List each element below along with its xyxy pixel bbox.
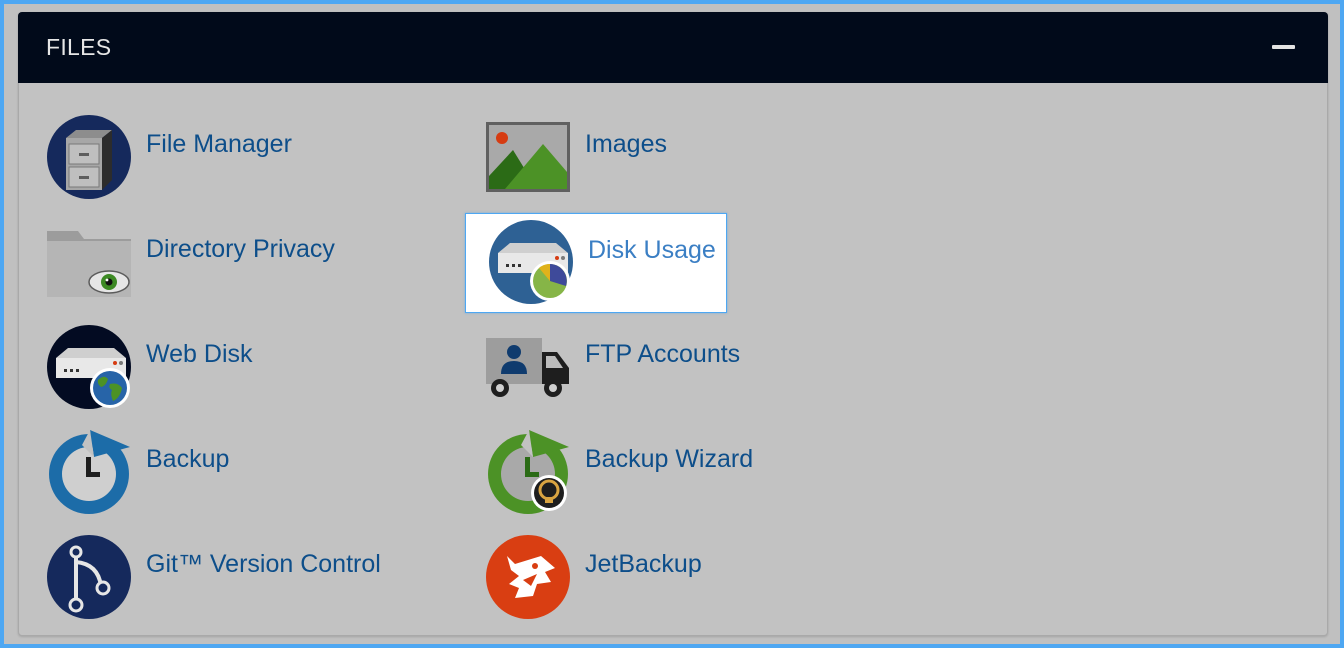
panel-title: FILES — [46, 34, 112, 60]
file-cabinet-icon — [47, 115, 131, 199]
disk-usage-link[interactable]: Disk Usage — [465, 213, 727, 313]
panel-header[interactable]: FILES — [18, 12, 1328, 83]
file-manager-link[interactable]: File Manager — [46, 114, 346, 214]
collapse-button[interactable] — [1272, 40, 1296, 54]
ftp-accounts-link[interactable]: FTP Accounts — [485, 324, 785, 424]
web-disk-link[interactable]: Web Disk — [46, 324, 306, 424]
page-frame: FILES File Manager Images Directory Priv… — [4, 4, 1340, 644]
truck-user-icon — [486, 338, 569, 397]
backup-clock-icon — [49, 430, 130, 514]
item-label: Directory Privacy — [146, 235, 335, 263]
folder-eye-icon — [47, 231, 131, 297]
jetbackup-logo-icon — [486, 535, 570, 619]
landscape-image-icon — [486, 122, 570, 192]
disk-globe-icon — [47, 325, 131, 409]
backup-wizard-icon — [488, 430, 569, 514]
disk-pie-chart-icon — [489, 220, 573, 304]
item-label: JetBackup — [585, 550, 702, 578]
item-label: Disk Usage — [588, 236, 716, 264]
backup-wizard-link[interactable]: Backup Wizard — [485, 429, 785, 529]
backup-link[interactable]: Backup — [46, 429, 286, 529]
item-label: FTP Accounts — [585, 340, 741, 368]
jetbackup-link[interactable]: JetBackup — [485, 534, 745, 634]
item-label: File Manager — [146, 130, 292, 158]
git-version-control-link[interactable]: Git™ Version Control — [46, 534, 446, 634]
item-label: Web Disk — [146, 340, 253, 368]
images-link[interactable]: Images — [485, 114, 705, 214]
item-label: Git™ Version Control — [146, 550, 381, 578]
files-panel: FILES File Manager Images Directory Priv… — [18, 12, 1328, 636]
item-label: Backup Wizard — [585, 445, 754, 473]
item-label: Backup — [146, 445, 230, 473]
git-branch-icon — [47, 535, 131, 619]
directory-privacy-link[interactable]: Directory Privacy — [46, 219, 406, 319]
item-label: Images — [585, 130, 667, 158]
